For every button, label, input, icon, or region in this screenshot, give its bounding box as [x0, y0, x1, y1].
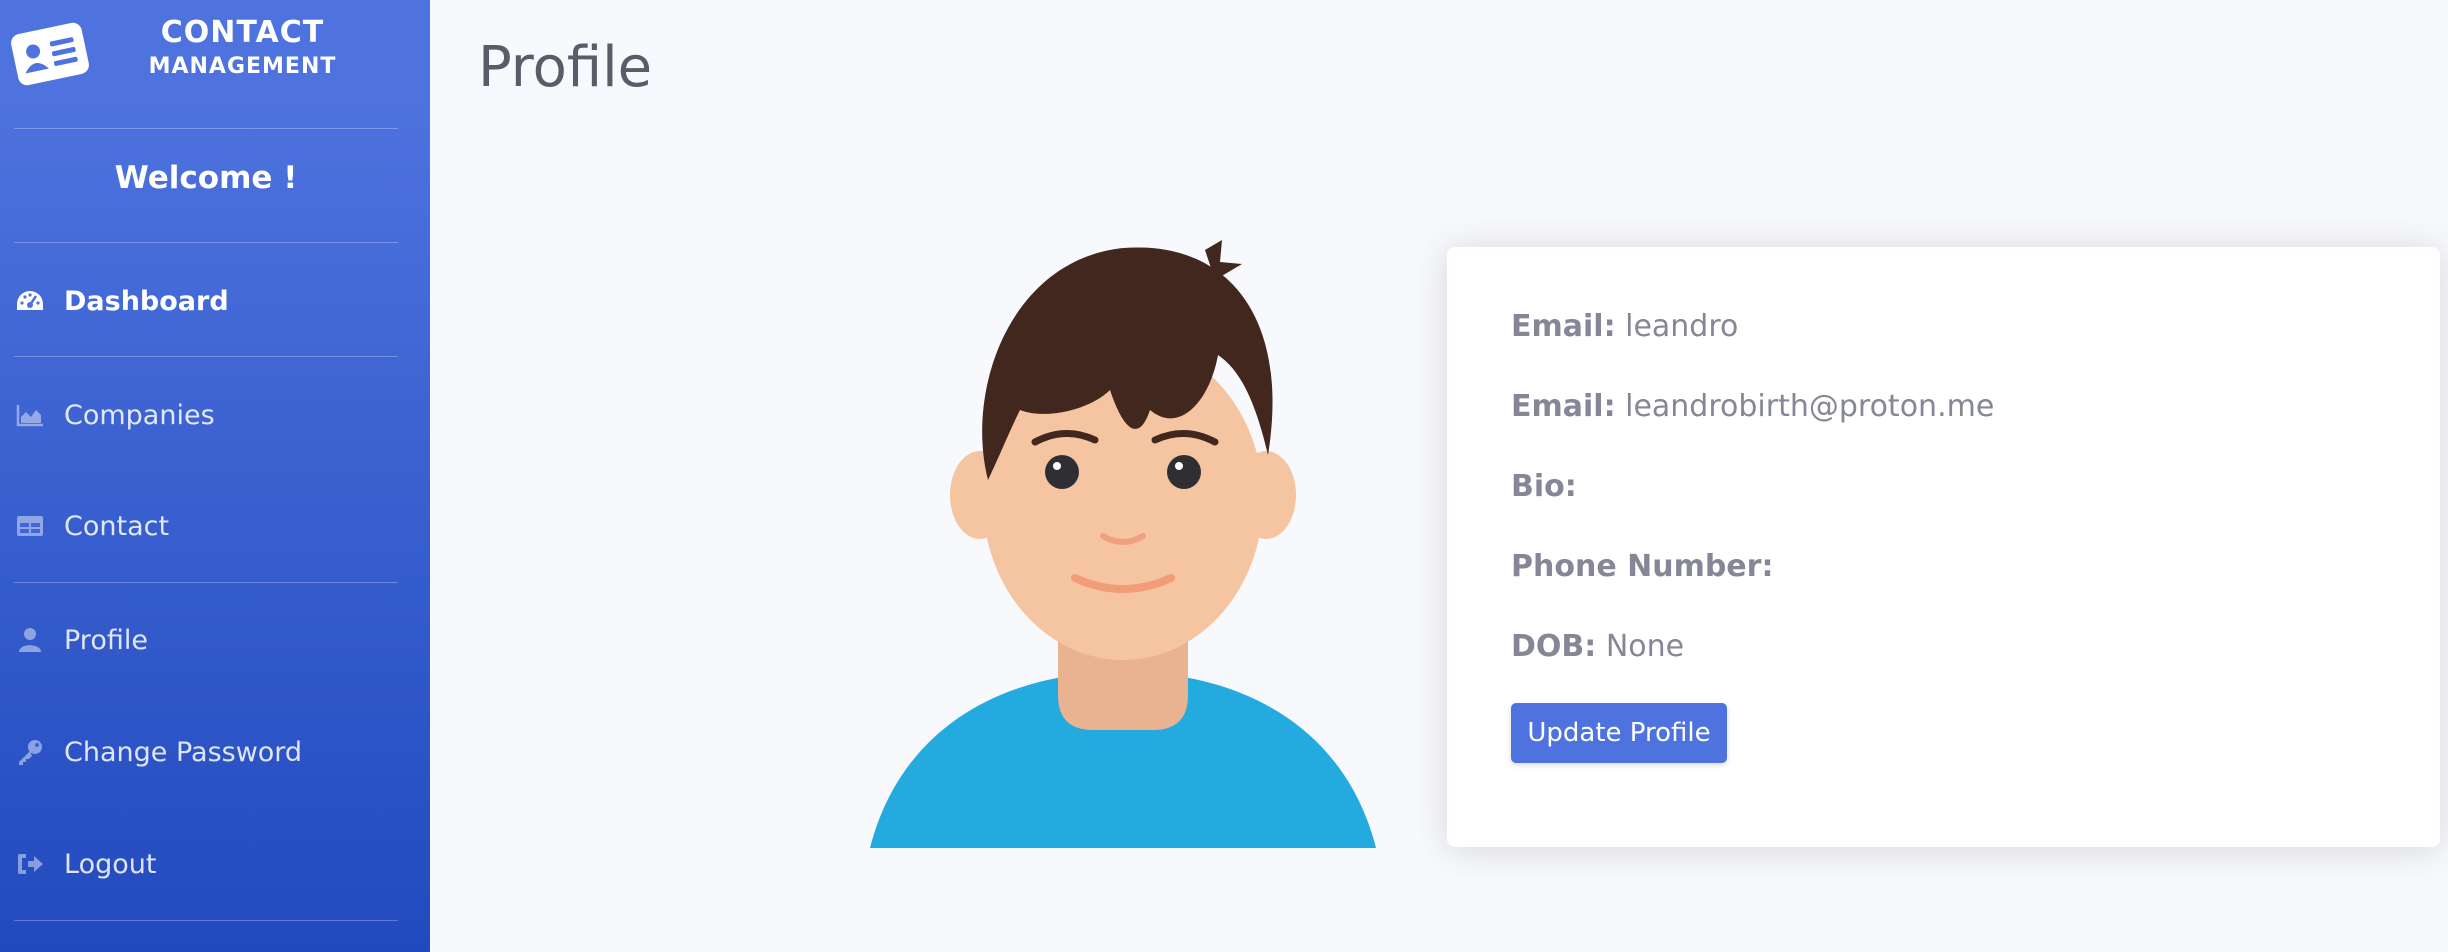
sidebar-item-label: Profile — [64, 624, 148, 656]
sidebar-item-label: Contact — [64, 510, 170, 542]
sidebar-item-change-password[interactable]: Change Password — [0, 722, 400, 782]
profile-field-bio: Bio: — [1511, 469, 1577, 504]
brand-title: CONTACT — [160, 15, 325, 50]
profile-field-username: Email: leandro — [1511, 309, 1738, 344]
sidebar-item-label: Dashboard — [64, 285, 229, 317]
brand-text: CONTACT MANAGEMENT — [130, 14, 355, 82]
area-chart-icon — [14, 399, 46, 431]
sidebar-divider — [14, 582, 398, 583]
sidebar-item-logout[interactable]: Logout — [0, 834, 400, 894]
dashboard-gauge-icon — [14, 285, 46, 317]
field-value: None — [1605, 629, 1685, 664]
sidebar-divider — [14, 356, 398, 357]
field-label: Email: — [1511, 309, 1616, 344]
brand-subtitle: MANAGEMENT — [148, 54, 337, 79]
user-icon — [14, 624, 46, 656]
sidebar-divider — [14, 242, 398, 243]
sidebar-divider — [14, 128, 398, 129]
welcome-text: Welcome ! — [114, 160, 298, 196]
sidebar-item-label: Change Password — [64, 736, 303, 768]
sidebar-item-label: Logout — [64, 848, 157, 880]
sidebar-divider — [14, 920, 398, 921]
sidebar: CONTACT MANAGEMENT Welcome ! Dashboard C… — [0, 0, 430, 952]
brand-link[interactable]: CONTACT MANAGEMENT — [0, 0, 430, 128]
key-icon — [14, 736, 46, 768]
field-value: leandrobirth@proton.me — [1625, 389, 1995, 424]
field-label: Bio: — [1511, 469, 1577, 504]
sidebar-item-companies[interactable]: Companies — [0, 385, 400, 445]
page-title: Profile — [478, 35, 653, 100]
sidebar-item-dashboard[interactable]: Dashboard — [0, 271, 400, 331]
profile-field-phone: Phone Number: — [1511, 549, 1773, 584]
contact-card-icon — [11, 22, 89, 86]
update-profile-button[interactable]: Update Profile — [1511, 703, 1727, 763]
field-label: Email: — [1511, 389, 1616, 424]
sidebar-item-label: Companies — [64, 399, 215, 431]
field-label: Phone Number: — [1511, 549, 1774, 584]
profile-field-email: Email: leandrobirth@proton.me — [1511, 389, 1994, 424]
sign-out-icon — [14, 848, 46, 880]
field-value: leandro — [1625, 309, 1739, 344]
profile-field-dob: DOB: None — [1511, 629, 1684, 664]
profile-avatar — [870, 240, 1376, 848]
profile-card: Email: leandro Email: leandrobirth@proto… — [1447, 247, 2440, 847]
sidebar-item-profile[interactable]: Profile — [0, 610, 400, 670]
sidebar-item-contact[interactable]: Contact — [0, 496, 400, 556]
table-icon — [14, 510, 46, 542]
field-label: DOB: — [1511, 629, 1597, 664]
